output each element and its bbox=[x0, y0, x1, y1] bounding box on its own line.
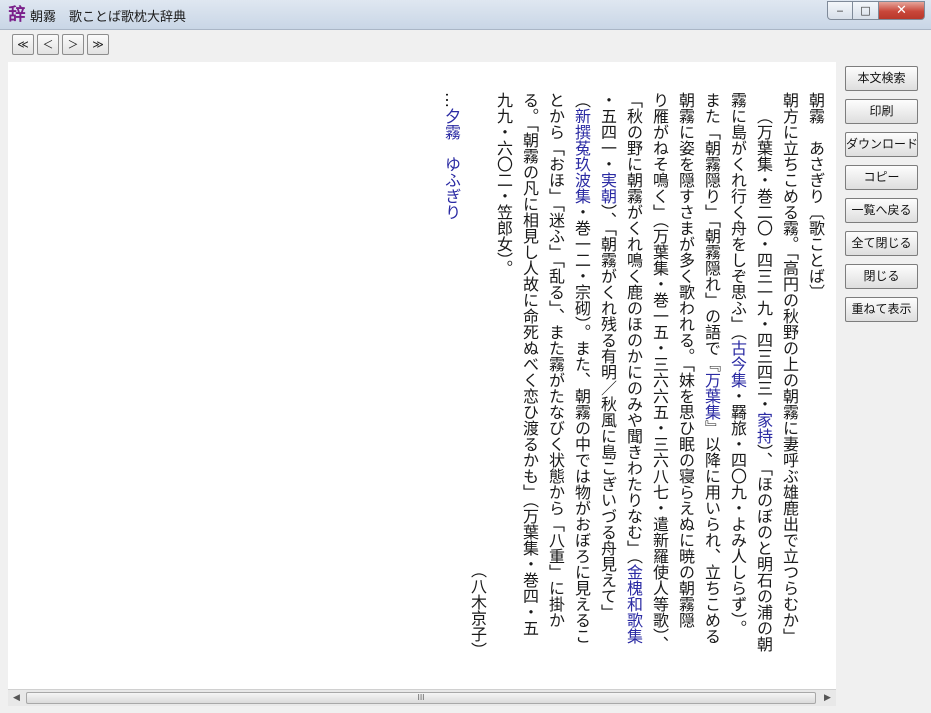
entry-line: 九九・六〇二・笠郎女）。 bbox=[494, 92, 513, 276]
entry-content-pane[interactable]: 朝霧 あさぎり〔歌ことば〕 朝方に立ちこめる霧。「高円の秋野の上の朝霧に妻呼ぶ雄… bbox=[8, 62, 836, 689]
link-kokinshu[interactable]: 古今集 bbox=[728, 340, 747, 388]
entry-line: 霧に島がくれ行く舟をしぞ思ふ」（古今集・羇旅・四〇九・よみ人しらず）。 bbox=[728, 92, 747, 636]
link-manyoshu[interactable]: 万葉集 bbox=[702, 372, 721, 420]
copy-button[interactable]: コピー bbox=[845, 165, 918, 190]
maximize-button[interactable]: □ bbox=[853, 1, 879, 20]
scroll-right-arrow-icon[interactable]: ▶ bbox=[819, 690, 836, 706]
scrollbar-thumb[interactable]: III bbox=[26, 692, 816, 704]
link-yugiri[interactable]: 夕霧 ゆふぎり bbox=[442, 108, 461, 220]
close-all-button[interactable]: 全て閉じる bbox=[845, 231, 918, 256]
entry-line: （万葉集・巻二〇・四三一九・四三四三・家持）、「ほのぼのと明石の浦の朝 bbox=[754, 108, 773, 652]
entry-line: 「秋の野に朝霧がくれ鳴く鹿のほのかにのみや聞きわたりなむ」（金槐和歌集 bbox=[624, 92, 643, 644]
entry-line: とから「おほ」「迷ふ」「乱る」、また霧がたなびく状態から「八重」に掛か bbox=[546, 92, 565, 628]
app-icon: 辞 bbox=[8, 5, 26, 25]
entry-line: り雁がねそ鳴く」（万葉集・巻一五・三六六五・三六八七・遣新羅使人等歌）、 bbox=[650, 92, 669, 652]
back-to-list-button[interactable]: 一覧へ戻る bbox=[845, 198, 918, 223]
horizontal-scrollbar[interactable]: ◀ III ▶ bbox=[8, 689, 836, 706]
entry-line: る。「朝霧の凡に相見し人故に命死ぬべく恋ひ渡るかも」（万葉集・巻四・五 bbox=[520, 92, 539, 636]
link-yakamochi[interactable]: 家持 bbox=[754, 412, 773, 444]
previous-page-button[interactable]: ＜ bbox=[37, 34, 59, 55]
author-signature: （八木京子） bbox=[468, 562, 487, 658]
print-button[interactable]: 印刷 bbox=[845, 99, 918, 124]
entry-headword: 朝霧 あさぎり〔歌ことば〕 bbox=[806, 92, 825, 300]
entry-line: 朝方に立ちこめる霧。「高円の秋野の上の朝霧に妻呼ぶ雄鹿出で立つらむか」 bbox=[780, 92, 799, 644]
window-title: 朝霧 歌ことば歌枕大辞典 bbox=[30, 10, 187, 25]
last-page-button[interactable]: ≫ bbox=[87, 34, 109, 55]
download-button[interactable]: ダウンロード bbox=[845, 132, 918, 157]
entry-line: 朝霧に姿を隠すさまが多く歌われる。「妹を思ひ眠の寝らえぬに暁の朝霧隠 bbox=[676, 92, 695, 628]
link-sanetomo[interactable]: 実朝 bbox=[598, 172, 617, 204]
window-controls: ‒ □ ✕ bbox=[827, 1, 925, 20]
entry-text: 朝霧 あさぎり〔歌ことば〕 朝方に立ちこめる霧。「高円の秋野の上の朝霧に妻呼ぶ雄… bbox=[438, 92, 828, 672]
link-kinkai-wakashu[interactable]: 金槐和歌集 bbox=[624, 564, 643, 644]
entry-line: また「朝霧隠り」「朝霧隠れ」の語で『万葉集』以降に用いられ、立ちこめる bbox=[702, 92, 721, 644]
scroll-left-arrow-icon[interactable]: ◀ bbox=[8, 690, 25, 706]
minimize-button[interactable]: ‒ bbox=[827, 1, 853, 20]
search-text-button[interactable]: 本文検索 bbox=[845, 66, 918, 91]
entry-line: ・五四一・実朝）、「朝霧がくれ残る有明／秋風に島こぎいづる舟見えて」 bbox=[598, 92, 617, 620]
title-bar: 辞 朝霧 歌ことば歌枕大辞典 ‒ □ ✕ bbox=[0, 0, 931, 30]
next-page-button[interactable]: ＞ bbox=[62, 34, 84, 55]
close-button[interactable]: 閉じる bbox=[845, 264, 918, 289]
link-shinsen-tsukubashu[interactable]: 新撰菟玖波集 bbox=[572, 108, 591, 204]
cascade-display-button[interactable]: 重ねて表示 bbox=[845, 297, 918, 322]
see-also: …夕霧 ゆふぎり bbox=[442, 92, 461, 220]
navigation-toolbar: ≪ ＜ ＞ ≫ bbox=[0, 30, 931, 62]
close-window-button[interactable]: ✕ bbox=[879, 1, 925, 20]
entry-line: （新撰菟玖波集・巻一二・宗砌）。また、朝霧の中では物がおぼろに見えるこ bbox=[572, 92, 591, 644]
first-page-button[interactable]: ≪ bbox=[12, 34, 34, 55]
